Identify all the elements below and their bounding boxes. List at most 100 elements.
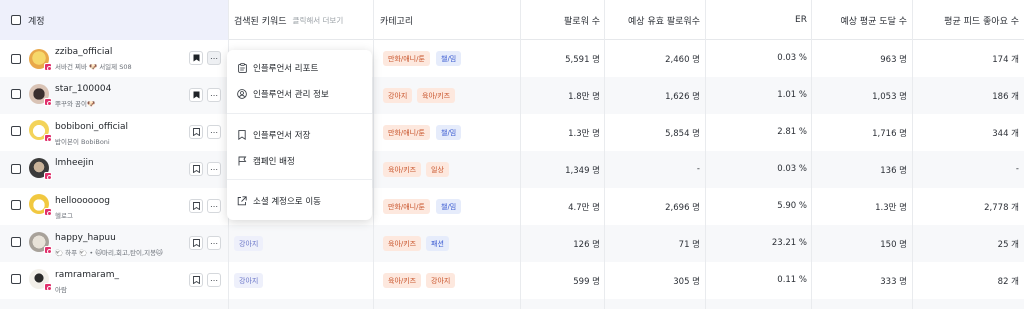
more-horizontal-icon[interactable]: ⋯ — [207, 199, 221, 213]
effective-followers-value: 1,626 명 — [665, 92, 700, 102]
account-handle[interactable]: bobiboni_official — [55, 122, 128, 132]
keyword-tag[interactable]: 강아지 — [234, 236, 264, 251]
row-checkbox[interactable] — [11, 237, 21, 247]
followers-value: 1.8만 명 — [568, 92, 600, 102]
instagram-icon — [44, 246, 52, 254]
effective-followers-value: 71 명 — [678, 240, 700, 250]
select-all-checkbox[interactable] — [11, 15, 21, 25]
keyword-tag[interactable]: 강아지 — [234, 273, 264, 288]
row-checkbox[interactable] — [11, 126, 21, 136]
header-account[interactable]: 계정 — [28, 0, 45, 40]
table-row[interactable]: happy_hapuu 🐑 하푸 🐑 • 🐱마리,회고,탄이,지봉🐱 ⋯ 강아지… — [0, 225, 1024, 262]
effective-followers-value: 2,460 명 — [665, 55, 700, 65]
category-tag: 강아지 — [383, 88, 413, 103]
bookmark-filled-icon[interactable] — [189, 88, 203, 102]
avg-likes-value: 186 개 — [992, 92, 1019, 102]
table-row[interactable]: lmheejin ⋯ 육아/키즈 일상 1,349 명 - 0.03 % 136… — [0, 151, 1024, 188]
category-tag: 일상 — [426, 162, 449, 177]
bookmark-outline-icon[interactable] — [189, 199, 203, 213]
header-category[interactable]: 카테고리 — [380, 0, 413, 40]
avatar[interactable] — [29, 49, 52, 71]
er-value: 23.21 % — [771, 238, 807, 248]
more-horizontal-icon[interactable]: ⋯ — [207, 273, 221, 287]
effective-followers-value: 2,696 명 — [665, 203, 700, 213]
account-handle[interactable]: star_100004 — [55, 84, 111, 94]
menu-item-report[interactable]: 인플루언서 리포트 — [227, 57, 372, 79]
avatar[interactable] — [29, 232, 52, 254]
more-horizontal-icon[interactable]: ⋯ — [207, 88, 221, 102]
account-bio: 🐑 하푸 🐑 • 🐱마리,회고,탄이,지봉🐱 — [55, 249, 163, 257]
menu-item-label: 인플루언서 리포트 — [253, 64, 319, 74]
menu-item-label: 인플루언서 관리 정보 — [253, 90, 329, 100]
menu-item-save[interactable]: 인플루언서 저장 — [227, 124, 372, 146]
category-tag: 육아/키즈 — [383, 162, 422, 177]
avg-likes-value: 344 개 — [992, 129, 1019, 139]
table-row[interactable]: helloooooog 헬로그 ⋯ 만화/애니/툰 챌/밈 4.7만 명 2,6… — [0, 188, 1024, 225]
account-handle[interactable]: helloooooog — [55, 196, 110, 206]
bookmark-outline-icon[interactable] — [189, 125, 203, 139]
account-handle[interactable]: lmheejin — [55, 158, 94, 168]
user-circle-icon — [237, 89, 247, 99]
table-row[interactable]: star_100004 뿌꾸와 꿈이🐶 ⋯ 강아지 육아/키즈 1.8만 명 1… — [0, 77, 1024, 114]
avatar[interactable] — [29, 120, 52, 142]
table-row[interactable] — [0, 299, 1024, 309]
avatar[interactable] — [29, 84, 52, 106]
more-horizontal-icon[interactable]: ⋯ — [207, 125, 221, 139]
row-checkbox[interactable] — [11, 89, 21, 99]
column-divider — [811, 0, 812, 309]
account-handle[interactable]: happy_hapuu — [55, 233, 116, 243]
avg-likes-value: - — [1015, 164, 1019, 174]
header-keyword[interactable]: 검색된 키워드 클릭해서 더보기 — [234, 0, 343, 40]
instagram-icon — [44, 172, 52, 180]
bookmark-filled-icon[interactable] — [189, 51, 203, 65]
effective-followers-value: - — [696, 164, 700, 174]
table-header: 계정 검색된 키워드 클릭해서 더보기 카테고리 팔로워 수 예상 유효 팔로워… — [0, 0, 1024, 40]
row-checkbox[interactable] — [11, 200, 21, 210]
avg-reach-value: 1,053 명 — [872, 92, 907, 102]
column-divider — [705, 0, 706, 309]
avg-likes-value: 174 개 — [992, 55, 1019, 65]
header-keyword-label: 검색된 키워드 — [234, 16, 287, 27]
clipboard-icon — [237, 63, 247, 73]
row-checkbox[interactable] — [11, 164, 21, 174]
header-followers[interactable]: 팔로워 수 — [500, 0, 600, 40]
row-checkbox[interactable] — [11, 54, 21, 64]
header-keyword-hint: 클릭해서 더보기 — [292, 15, 344, 25]
header-avg-likes[interactable]: 평균 피드 좋아요 수 — [907, 0, 1019, 40]
avg-reach-value: 1,716 명 — [872, 129, 907, 139]
more-horizontal-icon[interactable]: ⋯ — [207, 51, 221, 65]
avatar[interactable] — [29, 194, 52, 216]
table-row[interactable]: zziba_official 서바건 찌바 🐶 서일제 S08 ⋯ 만화/애니/… — [0, 40, 1024, 77]
menu-item-manage[interactable]: 인플루언서 관리 정보 — [227, 83, 372, 105]
column-divider — [373, 0, 374, 309]
category-tag: 챌/밈 — [436, 125, 462, 140]
bookmark-outline-icon[interactable] — [189, 273, 203, 287]
account-handle[interactable]: zziba_official — [55, 47, 112, 57]
row-checkbox[interactable] — [11, 274, 21, 284]
avatar[interactable] — [29, 269, 52, 291]
instagram-icon — [44, 208, 52, 216]
more-horizontal-icon[interactable]: ⋯ — [207, 236, 221, 250]
header-er[interactable]: ER — [710, 0, 807, 40]
avatar[interactable] — [29, 158, 52, 180]
er-value: 0.03 % — [777, 164, 807, 174]
avg-likes-value: 82 개 — [997, 277, 1019, 287]
account-bio: 밥이본이 BobiBoni — [55, 138, 110, 146]
table-row[interactable]: bobiboni_official 밥이본이 BobiBoni ⋯ 만화/애니/… — [0, 114, 1024, 151]
followers-value: 1.3만 명 — [568, 129, 600, 139]
table-row[interactable]: ramramaram_ 아람 ⋯ 강아지 육아/키즈 강아지 599 명 305… — [0, 262, 1024, 299]
category-tag: 패션 — [426, 236, 449, 251]
bookmark-outline-icon[interactable] — [189, 162, 203, 176]
effective-followers-value: 305 명 — [673, 277, 700, 287]
effective-followers-value: 5,854 명 — [665, 129, 700, 139]
menu-item-social[interactable]: 소셜 계정으로 이동 — [227, 190, 372, 212]
menu-item-campaign[interactable]: 캠페인 배정 — [227, 150, 372, 172]
er-value: 0.03 % — [777, 53, 807, 63]
more-horizontal-icon[interactable]: ⋯ — [207, 162, 221, 176]
header-avg-reach[interactable]: 예상 평균 도달 수 — [807, 0, 907, 40]
bookmark-outline-icon[interactable] — [189, 236, 203, 250]
header-effective-followers[interactable]: 예상 유효 팔로워수 — [600, 0, 700, 40]
er-value: 2.81 % — [777, 127, 807, 137]
followers-value: 5,591 명 — [565, 55, 600, 65]
account-handle[interactable]: ramramaram_ — [55, 270, 119, 280]
